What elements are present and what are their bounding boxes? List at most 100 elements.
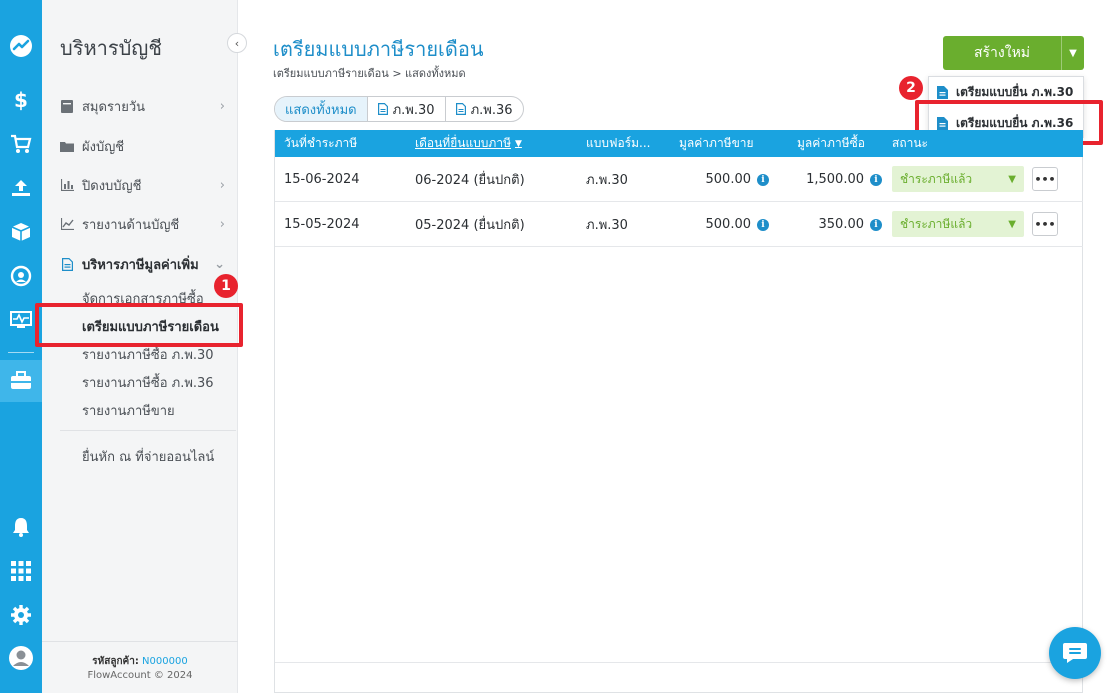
sidebar-item-label: ปิดงบบัญชี (82, 178, 142, 194)
sidebar-subitem-pp36-report[interactable]: รายงานภาษีซื้อ ภ.พ.36 (82, 372, 214, 393)
sidebar-item-closing[interactable]: ปิดงบบัญชี › (60, 174, 225, 196)
book-icon (60, 99, 74, 113)
more-actions-button[interactable]: ••• (1032, 212, 1058, 236)
status-select[interactable]: ชำระภาษีแล้ว ▼ (892, 166, 1024, 192)
sales-vat-value: 500.00 (705, 217, 752, 232)
page-title: เตรียมแบบภาษีรายเดือน (273, 37, 484, 61)
box-icon[interactable] (0, 212, 42, 252)
tab-label: ภ.พ.36 (470, 102, 513, 118)
step-badge-1: 1 (214, 274, 238, 298)
highlight-box-sidebar (35, 303, 243, 347)
sidebar-item-wht-online[interactable]: ยื่นหัก ณ ที่จ่ายออนไลน์ (82, 446, 214, 467)
user-avatar-icon[interactable] (0, 638, 42, 678)
tab-pp36[interactable]: ภ.พ.36 (446, 97, 523, 121)
sales-vat-value: 500.00 (705, 172, 752, 187)
settings-gear-icon[interactable] (0, 595, 42, 635)
sidebar-subitem-pp30-report[interactable]: รายงานภาษีซื้อ ภ.พ.30 (82, 344, 214, 365)
gauge-icon[interactable] (0, 256, 42, 296)
column-header-status[interactable]: สถานะ (892, 130, 928, 157)
chevron-down-icon: ▼ (1008, 218, 1016, 230)
sidebar-item-label: รายงานด้านบัญชี (82, 217, 180, 233)
cell-sales-vat: 500.00 i (655, 202, 769, 247)
cell-form: ภ.พ.30 (586, 218, 628, 233)
breadcrumb-item: แสดงทั้งหมด (405, 67, 466, 80)
column-header-purchase-vat[interactable]: มูลค่าภาษีซื้อ (797, 130, 865, 157)
sidebar-item-label: บริหารภาษีมูลค่าเพิ่ม (82, 257, 199, 273)
cell-sales-vat: 500.00 i (655, 157, 769, 202)
cell-file-month: 05-2024 (ยื่นปกติ) (415, 218, 525, 233)
rail-divider (8, 352, 34, 353)
cell-file-month: 06-2024 (ยื่นปกติ) (415, 173, 525, 188)
cell-pay-date: 15-05-2024 (284, 217, 360, 232)
breadcrumb: เตรียมแบบภาษีรายเดือน > แสดงทั้งหมด (273, 64, 466, 82)
folder-icon (60, 139, 74, 153)
tab-pp30[interactable]: ภ.พ.30 (368, 97, 446, 121)
column-header-form[interactable]: แบบฟอร์ม... (586, 130, 650, 157)
tab-label: ภ.พ.30 (392, 102, 435, 118)
sidebar-collapse-button[interactable]: ‹ (227, 33, 247, 53)
tab-show-all[interactable]: แสดงทั้งหมด (275, 97, 368, 121)
cart-icon[interactable] (0, 124, 42, 164)
chevron-down-icon: ⌄ (214, 256, 225, 272)
document-icon (60, 257, 74, 271)
cell-form: ภ.พ.30 (586, 173, 628, 188)
document-icon (455, 103, 466, 115)
sidebar-item-chart-of-accounts[interactable]: ผังบัญชี (60, 135, 225, 157)
flowaccount-logo-icon[interactable] (0, 26, 42, 66)
sidebar-title: บริหารบัญชี (60, 36, 162, 60)
breadcrumb-item[interactable]: เตรียมแบบภาษีรายเดือน (273, 67, 389, 80)
apps-grid-icon[interactable] (0, 551, 42, 591)
column-header-file-month[interactable]: เดือนที่ยื่นแบบภาษี ▼ (415, 130, 522, 157)
cell-pay-date: 15-06-2024 (284, 172, 360, 187)
sidebar-item-vat-management[interactable]: บริหารภาษีมูลค่าเพิ่ม ⌄ (60, 253, 225, 275)
chat-support-button[interactable] (1049, 627, 1101, 679)
sort-chevron-down-icon: ▼ (514, 138, 522, 149)
chat-icon (1063, 643, 1087, 663)
status-label: ชำระภาษีแล้ว (900, 171, 973, 186)
svg-text:$: $ (14, 89, 28, 111)
customer-code: N000000 (142, 656, 188, 667)
info-icon[interactable]: i (870, 173, 882, 186)
status-select[interactable]: ชำระภาษีแล้ว ▼ (892, 211, 1024, 237)
column-header-sales-vat[interactable]: มูลค่าภาษีขาย (679, 130, 754, 157)
info-icon[interactable]: i (870, 218, 882, 231)
customer-code-label: รหัสลูกค้า: (92, 656, 139, 667)
create-new-label: สร้างใหม่ (973, 45, 1031, 61)
create-new-button[interactable]: สร้างใหม่ ▼ (943, 36, 1084, 70)
purchase-vat-value: 350.00 (818, 217, 865, 232)
sidebar-subitem-sales-tax-report[interactable]: รายงานภาษีขาย (82, 400, 175, 421)
purchase-vat-value: 1,500.00 (806, 172, 864, 187)
tax-form-table: วันที่ชำระภาษี เดือนที่ยื่นแบบภาษี ▼ แบบ… (274, 130, 1083, 693)
chevron-right-icon: › (219, 177, 225, 193)
filter-tabs: แสดงทั้งหมด ภ.พ.30 ภ.พ.36 (274, 96, 524, 122)
dollar-icon[interactable]: $ (0, 80, 42, 120)
table-row[interactable]: 15-06-2024 06-2024 (ยื่นปกติ) ภ.พ.30 500… (275, 157, 1083, 202)
table-row[interactable]: 15-05-2024 05-2024 (ยื่นปกติ) ภ.พ.30 500… (275, 202, 1083, 247)
info-icon[interactable]: i (757, 218, 769, 231)
sidebar-item-accounting-reports[interactable]: รายงานด้านบัญชี › (60, 213, 225, 235)
line-chart-icon (60, 217, 74, 231)
tab-label: แสดงทั้งหมด (285, 102, 357, 118)
table-header: วันที่ชำระภาษี เดือนที่ยื่นแบบภาษี ▼ แบบ… (275, 130, 1083, 157)
status-label: ชำระภาษีแล้ว (900, 216, 973, 231)
chevron-right-icon: › (219, 216, 225, 232)
more-actions-button[interactable]: ••• (1032, 167, 1058, 191)
sidebar-item-label: ผังบัญชี (82, 139, 125, 155)
sidebar-item-label: สมุดรายวัน (82, 99, 146, 115)
chevron-down-icon[interactable]: ▼ (1061, 36, 1084, 70)
sidebar-footer-divider (42, 641, 238, 642)
bell-icon[interactable] (0, 507, 42, 547)
upload-tray-icon[interactable] (0, 168, 42, 208)
document-icon (377, 103, 388, 115)
info-icon[interactable]: i (757, 173, 769, 186)
briefcase-icon[interactable] (0, 360, 42, 402)
column-header-pay-date[interactable]: วันที่ชำระภาษี (284, 130, 357, 157)
step-badge-2: 2 (899, 76, 923, 100)
dropdown-item-label: เตรียมแบบยื่น ภ.พ.30 (956, 84, 1074, 99)
sidebar-divider (60, 430, 236, 431)
cell-purchase-vat: 350.00 i (771, 202, 882, 247)
sidebar-item-journal[interactable]: สมุดรายวัน › (60, 95, 225, 117)
cell-purchase-vat: 1,500.00 i (771, 157, 882, 202)
breadcrumb-separator: > (392, 67, 402, 80)
column-header-label: เดือนที่ยื่นแบบภาษี (415, 136, 511, 150)
